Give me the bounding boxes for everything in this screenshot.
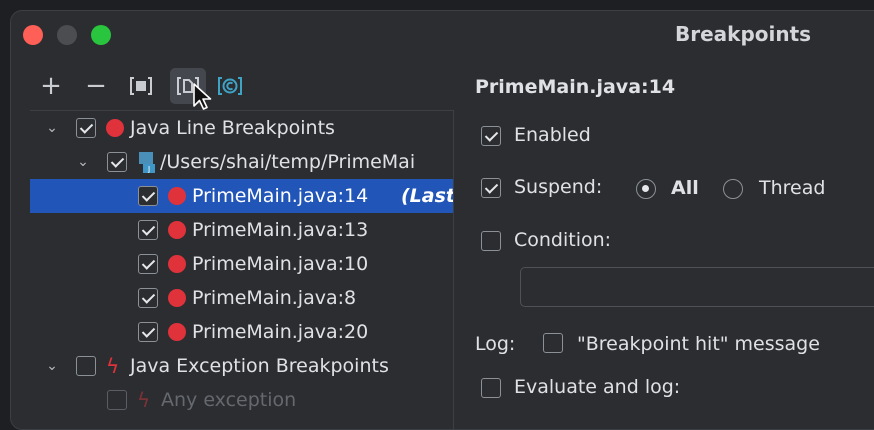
breakpoint-item[interactable]: PrimeMain.java:8 (30, 281, 453, 315)
breakpoint-icon (168, 289, 186, 307)
java-file-icon: J (139, 152, 155, 173)
checkbox[interactable] (138, 220, 158, 240)
suspend-all-label: All (671, 177, 699, 199)
remove-breakpoint-button[interactable]: − (81, 71, 111, 101)
checkbox[interactable] (76, 118, 96, 138)
breakpoint-icon (106, 119, 124, 137)
suspend-thread-label: Thread (759, 177, 826, 199)
tree-node-label: Any exception (161, 389, 297, 411)
breakpoint-item[interactable]: PrimeMain.java:13 (30, 213, 453, 247)
tree-node-label: /Users/shai/temp/PrimeMai (160, 151, 416, 173)
breakpoint-item[interactable]: PrimeMain.java:20 (30, 315, 453, 349)
suspend-checkbox[interactable] (481, 178, 501, 198)
tree-node-label: Java Line Breakpoints (130, 117, 335, 139)
checkbox[interactable] (76, 356, 96, 376)
plus-icon: + (40, 71, 62, 101)
lightning-icon: ϟ (137, 388, 151, 412)
tree-node-java-line-breakpoints[interactable]: ⌄ Java Line Breakpoints (30, 111, 453, 145)
breakpoint-icon (168, 187, 186, 205)
log-message-label: "Breakpoint hit" message (577, 333, 820, 355)
suspend-label: Suspend: (514, 176, 603, 198)
suspend-all-radio[interactable] (636, 179, 656, 199)
chevron-down-icon[interactable]: ⌄ (44, 358, 60, 374)
breakpoint-detail-title: PrimeMain.java:14 (475, 76, 676, 98)
breakpoints-tree: ⌄ Java Line Breakpoints ⌄ J /Users/shai/… (30, 110, 454, 430)
tree-node-label: Java Exception Breakpoints (130, 355, 389, 377)
breakpoint-icon (168, 255, 186, 273)
checkbox[interactable] (138, 186, 158, 206)
group-by-package-button[interactable] (126, 71, 156, 101)
evaluate-and-log-checkbox[interactable] (481, 378, 501, 398)
enabled-label: Enabled (514, 124, 591, 146)
breakpoint-item[interactable]: PrimeMain.java:14 (Last (30, 179, 453, 213)
svg-text:J: J (147, 165, 150, 173)
suspend-thread-radio[interactable] (723, 179, 743, 199)
add-breakpoint-button[interactable]: + (36, 71, 66, 101)
breakpoint-label: PrimeMain.java:14 (192, 185, 369, 207)
group-by-class-button[interactable] (215, 71, 245, 101)
condition-input[interactable] (520, 267, 874, 307)
chevron-down-icon[interactable]: ⌄ (75, 154, 91, 170)
checkbox[interactable] (138, 288, 158, 308)
condition-label: Condition: (514, 229, 612, 251)
breakpoint-suffix: (Last (401, 185, 453, 207)
window-title: Breakpoints (675, 22, 812, 46)
lightning-icon: ϟ (106, 354, 120, 378)
log-message-checkbox[interactable] (543, 333, 563, 353)
minus-icon: − (85, 71, 107, 101)
enabled-checkbox[interactable] (481, 126, 501, 146)
breakpoint-label: PrimeMain.java:13 (192, 219, 369, 241)
breakpoint-icon (168, 323, 186, 341)
breakpoint-label: PrimeMain.java:10 (192, 253, 369, 275)
checkbox[interactable] (107, 152, 127, 172)
brackets-icon (130, 77, 152, 95)
minimize-button[interactable] (57, 25, 77, 45)
breakpoint-label: PrimeMain.java:8 (192, 287, 357, 309)
tree-node-java-exception-breakpoints[interactable]: ⌄ ϟ Java Exception Breakpoints (30, 349, 453, 383)
condition-checkbox[interactable] (481, 231, 501, 251)
checkbox[interactable] (107, 390, 127, 410)
evaluate-and-log-label: Evaluate and log: (514, 376, 681, 398)
breakpoint-label: PrimeMain.java:20 (192, 321, 369, 343)
close-button[interactable] (23, 25, 43, 45)
checkbox[interactable] (138, 254, 158, 274)
breakpoints-window: Breakpoints + − ⌄ Java Line Breakpoints (10, 10, 874, 430)
checkbox[interactable] (138, 322, 158, 342)
tree-node-file-group[interactable]: ⌄ J /Users/shai/temp/PrimeMai (30, 145, 453, 179)
chevron-down-icon[interactable]: ⌄ (44, 120, 60, 136)
tree-node-any-exception[interactable]: ϟ Any exception (30, 383, 453, 417)
class-brackets-icon (218, 77, 242, 95)
mouse-cursor-icon (193, 83, 212, 110)
breakpoint-icon (168, 221, 186, 239)
breakpoint-item[interactable]: PrimeMain.java:10 (30, 247, 453, 281)
maximize-button[interactable] (91, 25, 111, 45)
log-label: Log: (475, 333, 516, 355)
